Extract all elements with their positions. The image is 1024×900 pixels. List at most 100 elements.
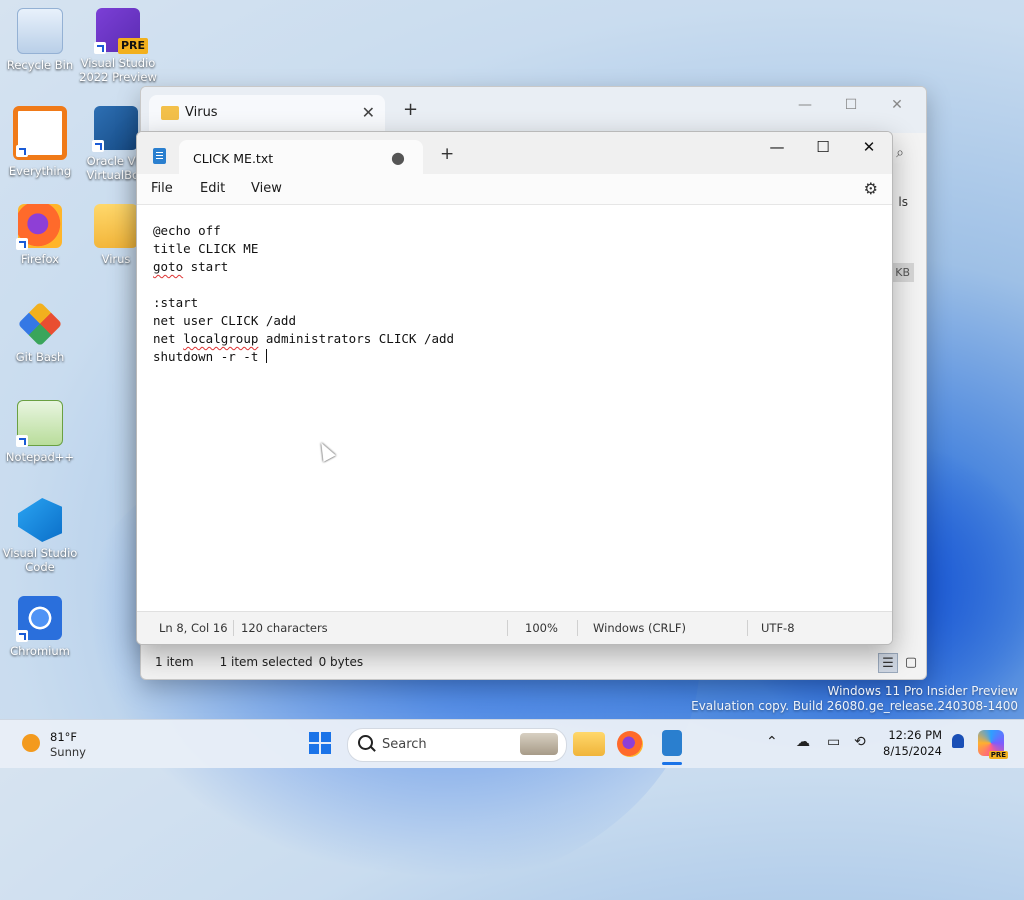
sun-icon: [22, 734, 40, 752]
windows-logo-icon: [309, 732, 319, 742]
editor-line: @echo off: [153, 223, 221, 238]
explorer-tab-virus[interactable]: Virus ✕: [149, 95, 385, 133]
search-icon: [358, 735, 373, 750]
editor-line: goto start: [153, 259, 229, 274]
explorer-tab-bar: Virus ✕ + — ☐ ✕: [141, 87, 926, 133]
desktop-icon-label: Notepad++: [5, 450, 75, 464]
taskbar-file-explorer-icon[interactable]: [573, 732, 605, 756]
close-tab-icon[interactable]: ✕: [362, 103, 375, 122]
notepad-app-icon: [153, 148, 166, 164]
desktop-icon-firefox[interactable]: Firefox: [0, 204, 80, 266]
minimize-button[interactable]: —: [754, 132, 800, 162]
tiles-view-icon[interactable]: ▢: [902, 653, 920, 671]
notepad-tab-title: CLICK ME.txt: [193, 151, 274, 166]
shortcut-arrow-icon: [16, 630, 28, 642]
desktop-icon-label: Recycle Bin: [6, 58, 74, 72]
explorer-window-controls: — ☐ ✕: [782, 91, 920, 119]
clock-time: 12:26 PM: [888, 728, 942, 742]
details-view-icon[interactable]: ☰: [878, 653, 898, 673]
encoding[interactable]: UTF-8: [761, 621, 795, 635]
desktop-icon-everything[interactable]: Everything: [0, 106, 80, 178]
status-divider: [233, 620, 234, 636]
copilot-icon[interactable]: PRE: [978, 730, 1008, 759]
onedrive-offline-icon[interactable]: ☁: [796, 734, 810, 750]
taskbar-search-box[interactable]: Search: [347, 728, 567, 762]
minimize-icon[interactable]: —: [782, 91, 828, 119]
line-ending[interactable]: Windows (CRLF): [593, 621, 686, 635]
status-divider: [747, 620, 748, 636]
search-icon[interactable]: ⌕: [896, 145, 904, 161]
display-icon[interactable]: ▭: [827, 734, 840, 750]
maximize-icon[interactable]: ☐: [828, 91, 874, 119]
firefox-icon: [16, 204, 62, 250]
editor-line: title CLICK ME: [153, 241, 259, 256]
selection-count: 1 item selected: [219, 655, 313, 669]
notepad-menu-bar: File Edit View ⚙: [137, 174, 892, 205]
taskbar: 81°F Sunny Search ⌃ ☁ ▭ ⟲ 12:26 PM 8/15/…: [0, 719, 1024, 768]
notepad-status-bar: Ln 8, Col 16 120 characters 100% Windows…: [137, 611, 892, 644]
status-divider: [577, 620, 578, 636]
notepad-tab-bar: CLICK ME.txt ● + — ☐ ✕: [137, 132, 892, 174]
everything-search-icon: [13, 106, 67, 160]
text-caret: [265, 349, 267, 363]
explorer-tab-title: Virus: [185, 105, 218, 120]
unsaved-indicator-icon[interactable]: ●: [391, 148, 405, 167]
vscode-icon: [18, 498, 62, 542]
menu-edit[interactable]: Edit: [200, 181, 225, 196]
close-icon[interactable]: ✕: [874, 91, 920, 119]
notepad-window[interactable]: CLICK ME.txt ● + — ☐ ✕ File Edit View ⚙ …: [136, 131, 893, 645]
zoom-level[interactable]: 100%: [525, 621, 558, 635]
desktop-icon-recycle-bin[interactable]: Recycle Bin: [0, 8, 80, 72]
shortcut-arrow-icon: [92, 140, 104, 152]
close-button[interactable]: ✕: [846, 132, 892, 162]
desktop-icon-label: Chromium: [10, 644, 70, 658]
virtualbox-icon: [92, 106, 138, 152]
maximize-button[interactable]: ☐: [800, 132, 846, 162]
editor-line-text: shutdown -r -t: [153, 349, 266, 364]
text-editor-area[interactable]: @echo off title CLICK ME goto start :sta…: [137, 205, 892, 612]
recycle-bin-icon: [17, 8, 63, 54]
network-icon[interactable]: ⟲: [854, 734, 866, 750]
desktop-icon-git-bash[interactable]: Git Bash: [0, 301, 80, 364]
active-app-indicator: [662, 762, 682, 765]
spellcheck-word: goto: [153, 259, 184, 274]
desktop-icon-chromium[interactable]: Chromium: [0, 596, 80, 658]
settings-gear-icon[interactable]: ⚙: [864, 179, 878, 198]
preview-badge: PRE: [988, 751, 1008, 759]
desktop-icon-label: Everything: [8, 164, 72, 178]
git-bash-icon: [17, 301, 63, 347]
item-count: 1 item: [155, 655, 194, 669]
explorer-new-tab-button[interactable]: +: [403, 99, 418, 120]
folder-icon: [94, 204, 138, 248]
desktop-icon-vscode[interactable]: Visual Studio Code: [0, 498, 80, 574]
system-clock[interactable]: 12:26 PM 8/15/2024: [883, 727, 942, 759]
desktop-icon-label: Git Bash: [15, 350, 65, 364]
editor-line: shutdown -r -t: [153, 348, 454, 366]
shortcut-arrow-icon: [16, 238, 28, 250]
character-count: 120 characters: [241, 621, 328, 635]
cursor-position: Ln 8, Col 16: [159, 621, 228, 635]
editor-line: net localgroup administrators CLICK /add: [153, 331, 455, 346]
editor-line: :start: [153, 295, 199, 310]
notepad-tab-click-me[interactable]: CLICK ME.txt ●: [179, 140, 423, 174]
windows-logo-icon: [309, 744, 319, 754]
taskbar-firefox-icon[interactable]: [617, 731, 643, 757]
start-button[interactable]: [309, 732, 331, 754]
desktop-icon-label: Firefox: [20, 252, 60, 266]
taskbar-notepad-icon[interactable]: [662, 730, 682, 756]
notification-bell-icon[interactable]: [952, 734, 964, 748]
menu-file[interactable]: File: [151, 181, 173, 196]
desktop-icon-visual-studio-preview[interactable]: PRE Visual Studio 2022 Preview: [78, 8, 158, 84]
selection-size: 0 bytes: [318, 655, 364, 669]
menu-view[interactable]: View: [251, 181, 282, 196]
chevron-up-icon[interactable]: ⌃: [766, 734, 778, 750]
notepad-new-tab-button[interactable]: +: [440, 144, 454, 164]
watermark-line-1: Windows 11 Pro Insider Preview: [827, 684, 1018, 698]
details-button[interactable]: ls: [898, 195, 908, 209]
desktop-icon-notepad-plus-plus[interactable]: Notepad++: [0, 400, 80, 464]
spellcheck-word: localgroup: [183, 331, 259, 346]
desktop-icon-label: Visual Studio Code: [2, 546, 78, 574]
chromium-icon: [16, 596, 62, 642]
weather-temperature: 81°F: [50, 730, 77, 744]
